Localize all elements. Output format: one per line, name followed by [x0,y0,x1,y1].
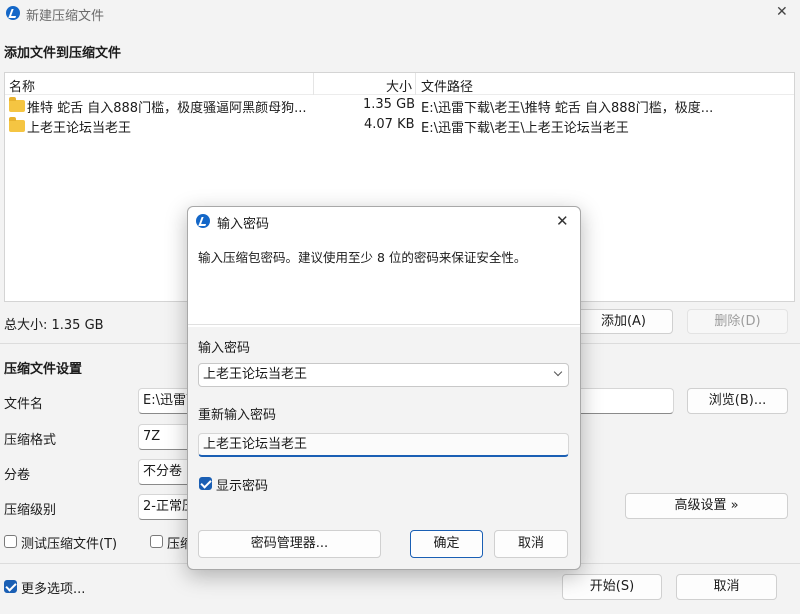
show-password-checkbox[interactable] [199,477,212,490]
column-divider [415,73,416,95]
split-label: 分卷 [4,468,31,483]
row-name: 上老王论坛当老王 [27,121,132,136]
ok-button[interactable]: 确定 [410,530,483,558]
more-options-label[interactable]: 更多选项... [21,578,85,597]
password-label: 输入密码 [198,341,251,356]
table-row[interactable]: 上老王论坛当老王 4.07 KB E:\迅雷下载\老王\上老王论坛当老王 [5,115,794,136]
password-manager-button[interactable]: 密码管理器... [198,530,381,558]
dialog-app-icon [196,214,210,228]
settings-heading: 压缩文件设置 [4,362,83,377]
password-input-value: 上老王论坛当老王 [203,367,308,382]
row-name: 推特 蛇舌 自入888门槛，极度骚逼阿黑颜母狗... [27,101,307,116]
filename-label: 文件名 [4,397,44,412]
column-divider [313,73,314,95]
window-title: 新建压缩文件 [26,9,105,24]
dialog-cancel-button[interactable]: 取消 [494,530,568,558]
file-list-header: 名称 大小 文件路径 [5,73,794,95]
divider [188,324,580,325]
row-size: 4.07 KB [364,117,415,132]
folder-icon [9,97,25,112]
dialog-close-icon[interactable]: ✕ [556,212,569,230]
level-label: 压缩级别 [4,503,57,518]
add-files-heading: 添加文件到压缩文件 [4,46,122,61]
password-dialog: 输入密码 ✕ 输入压缩包密码。建议使用至少 8 位的密码来保证安全性。 输入密码… [187,206,581,570]
cancel-button[interactable]: 取消 [676,574,777,600]
dialog-title: 输入密码 [217,217,270,232]
total-size: 总大小: 1.35 GB [4,318,104,333]
add-button[interactable]: 添加(A) [574,309,673,334]
reenter-password-input[interactable]: 上老王论坛当老王 [198,433,569,457]
folder-icon [9,117,25,132]
format-label: 压缩格式 [4,433,57,448]
start-button[interactable]: 开始(S) [562,574,662,600]
more-options-checkbox[interactable] [4,580,17,593]
test-archive-checkbox[interactable] [4,535,17,548]
app-icon [6,6,20,20]
reenter-password-label: 重新输入密码 [198,408,277,423]
window-close-icon[interactable]: ✕ [776,4,788,20]
other-checkbox[interactable] [150,535,163,548]
browse-button[interactable]: 浏览(B)... [687,388,788,414]
column-header-size[interactable]: 大小 [386,76,412,95]
remove-button[interactable]: 删除(D) [687,309,788,334]
advanced-settings-button[interactable]: 高级设置 » [625,493,788,519]
row-path: E:\迅雷下载\老王\上老王论坛当老王 [421,121,629,136]
row-size: 1.35 GB [363,97,416,112]
test-archive-label: 测试压缩文件(T) [21,537,118,552]
column-header-name[interactable]: 名称 [9,76,35,95]
dialog-description: 输入压缩包密码。建议使用至少 8 位的密码来保证安全性。 [198,250,527,265]
table-row[interactable]: 推特 蛇舌 自入888门槛，极度骚逼阿黑颜母狗... 1.35 GB E:\迅雷… [5,95,794,116]
show-password-label[interactable]: 显示密码 [216,475,268,494]
password-input[interactable]: 上老王论坛当老王 [198,363,569,387]
column-header-path[interactable]: 文件路径 [421,76,473,95]
reenter-password-value: 上老王论坛当老王 [203,437,308,452]
row-path: E:\迅雷下载\老王\推特 蛇舌 自入888门槛，极度... [421,101,714,116]
